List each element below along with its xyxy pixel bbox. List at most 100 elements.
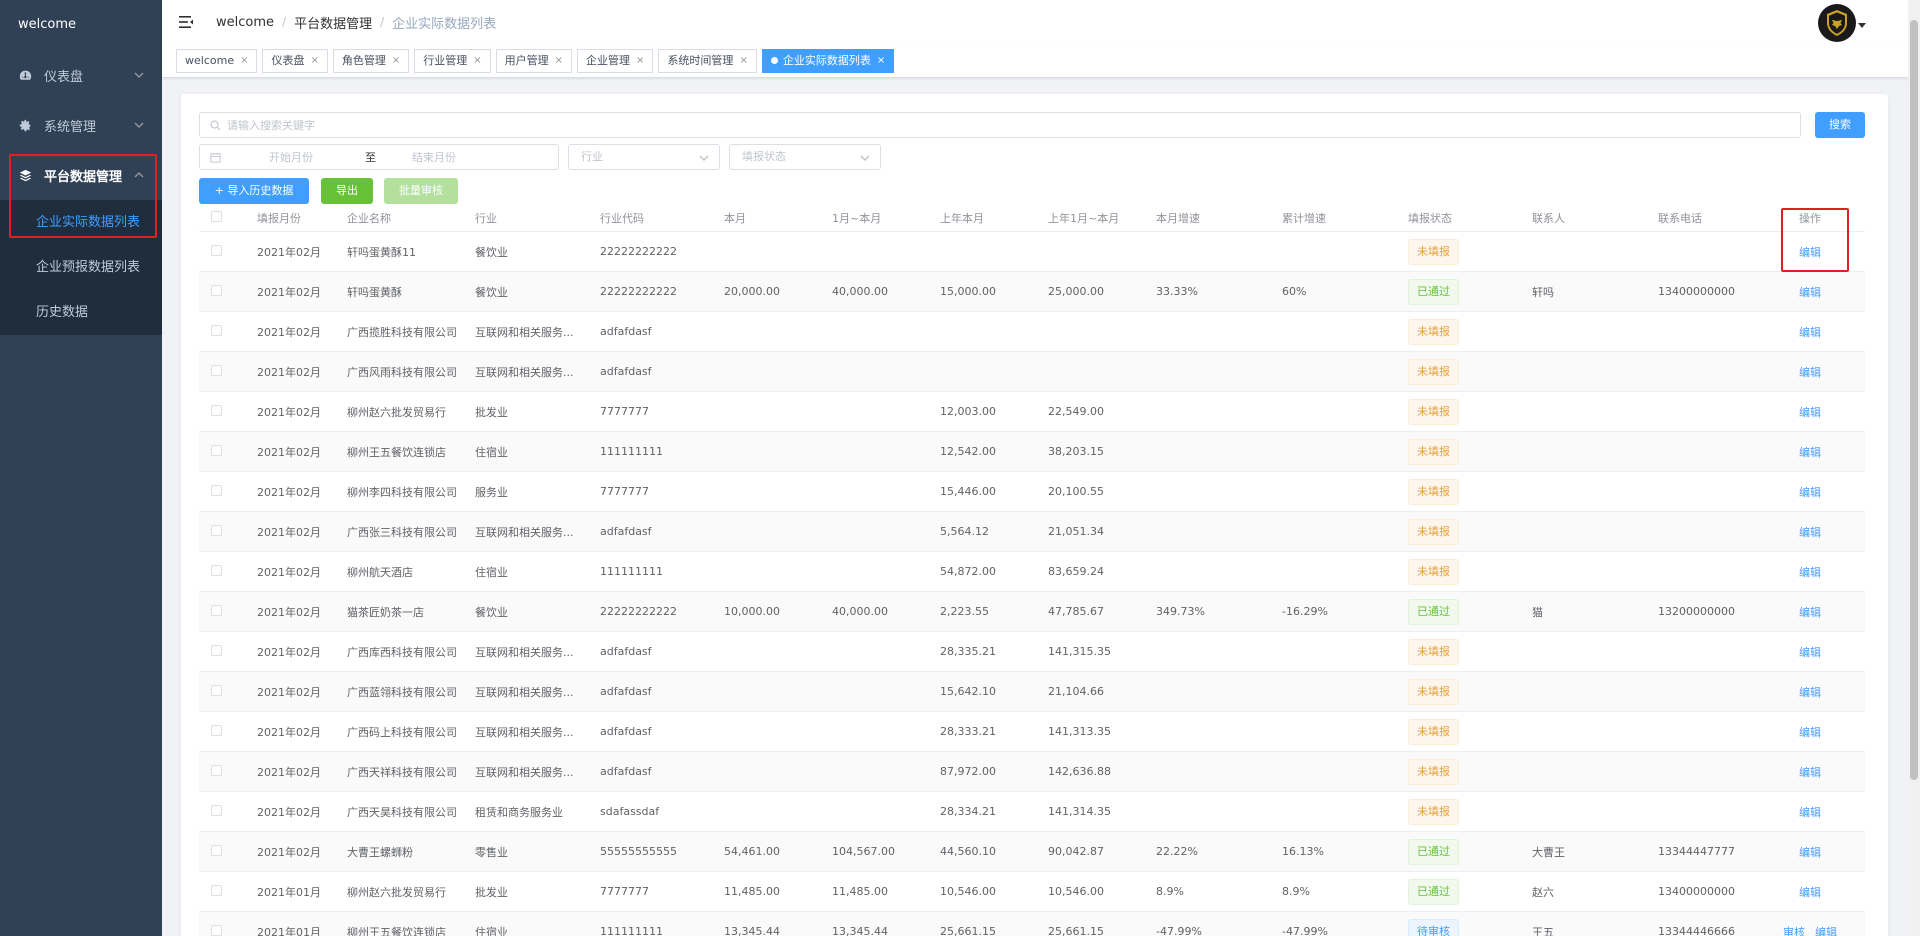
close-icon[interactable]: ×: [310, 50, 318, 72]
hamburger-icon[interactable]: [178, 14, 194, 30]
row-select-cell[interactable]: [199, 444, 257, 459]
row-select-cell[interactable]: [199, 724, 257, 739]
tag-welcome[interactable]: welcome ×: [176, 48, 258, 73]
checkbox[interactable]: [211, 484, 222, 496]
checkbox[interactable]: [211, 724, 222, 736]
close-icon[interactable]: ×: [392, 50, 400, 72]
checkbox[interactable]: [211, 764, 222, 776]
row-select-cell[interactable]: [199, 884, 257, 899]
batch-review-button[interactable]: 批量审核: [384, 178, 458, 204]
checkbox[interactable]: [211, 444, 222, 456]
edit-link[interactable]: 编辑: [1799, 846, 1821, 859]
end-month-input[interactable]: 结束月份: [412, 149, 456, 165]
checkbox[interactable]: [211, 524, 222, 536]
sidebar-brand[interactable]: welcome: [0, 0, 162, 50]
tag-actual-data-list[interactable]: 企业实际数据列表 ×: [761, 48, 895, 73]
edit-link[interactable]: 编辑: [1799, 486, 1821, 499]
checkbox[interactable]: [211, 924, 222, 936]
row-select-cell[interactable]: [199, 284, 257, 299]
row-select-cell[interactable]: [199, 604, 257, 619]
cell-ly-ytd: 10,546.00: [1048, 885, 1104, 898]
row-select-cell[interactable]: [199, 524, 257, 539]
sidebar-item-dashboard[interactable]: 仪表盘: [0, 50, 162, 100]
row-select-cell[interactable]: [199, 564, 257, 579]
vertical-scrollbar[interactable]: [1908, 0, 1920, 936]
edit-link[interactable]: 编辑: [1799, 406, 1821, 419]
row-select-cell[interactable]: [199, 804, 257, 819]
import-history-button[interactable]: + 导入历史数据: [199, 178, 309, 204]
row-select-cell[interactable]: [199, 404, 257, 419]
edit-link[interactable]: 编辑: [1799, 726, 1821, 739]
close-icon[interactable]: ×: [739, 50, 747, 72]
edit-link[interactable]: 编辑: [1799, 886, 1821, 899]
checkbox[interactable]: [211, 324, 222, 336]
checkbox[interactable]: [211, 604, 222, 616]
checkbox[interactable]: [211, 644, 222, 656]
checkbox[interactable]: [211, 364, 222, 376]
edit-link[interactable]: 编辑: [1799, 246, 1821, 259]
close-icon[interactable]: ×: [240, 50, 248, 72]
tag-industry-management[interactable]: 行业管理 ×: [414, 48, 491, 73]
row-select-cell[interactable]: [199, 764, 257, 779]
scrollbar-thumb[interactable]: [1910, 20, 1918, 780]
checkbox[interactable]: [211, 884, 222, 896]
checkbox[interactable]: [211, 284, 222, 296]
edit-link[interactable]: 编辑: [1799, 606, 1821, 619]
start-month-input[interactable]: 开始月份: [269, 149, 349, 165]
search-button[interactable]: 搜索: [1815, 112, 1865, 138]
row-select-cell[interactable]: [199, 484, 257, 499]
month-range-picker[interactable]: 开始月份 至 结束月份: [199, 144, 559, 170]
row-select-cell[interactable]: [199, 684, 257, 699]
edit-link[interactable]: 编辑: [1799, 806, 1821, 819]
row-select-cell[interactable]: [199, 644, 257, 659]
sidebar-item-platform-data[interactable]: 平台数据管理: [0, 150, 162, 200]
edit-link[interactable]: 编辑: [1799, 286, 1821, 299]
cell-month: 2021年02月: [257, 405, 321, 419]
review-link[interactable]: 审核: [1783, 926, 1805, 936]
row-select-cell[interactable]: [199, 244, 257, 259]
edit-link[interactable]: 编辑: [1799, 686, 1821, 699]
breadcrumb-item[interactable]: welcome: [216, 15, 274, 30]
header-select-all[interactable]: [199, 210, 257, 225]
status-select[interactable]: 填报状态: [729, 144, 881, 170]
search-input[interactable]: 请输入搜索关键字: [199, 112, 1801, 138]
sidebar-subitem-forecast-data[interactable]: 企业预报数据列表: [0, 245, 162, 290]
edit-link[interactable]: 编辑: [1815, 926, 1837, 936]
checkbox[interactable]: [211, 564, 222, 576]
avatar[interactable]: [1818, 4, 1856, 42]
cell-ly-cur: 2,223.55: [940, 605, 989, 618]
industry-select[interactable]: 行业: [568, 144, 720, 170]
checkbox[interactable]: [211, 804, 222, 816]
caret-down-icon[interactable]: [1858, 18, 1866, 28]
sidebar-subitem-history-data[interactable]: 历史数据: [0, 290, 162, 335]
tag-company-management[interactable]: 企业管理 ×: [577, 48, 654, 73]
close-icon[interactable]: ×: [636, 50, 644, 72]
row-select-cell[interactable]: [199, 844, 257, 859]
edit-link[interactable]: 编辑: [1799, 446, 1821, 459]
edit-link[interactable]: 编辑: [1799, 526, 1821, 539]
tag-system-time-management[interactable]: 系统时间管理 ×: [658, 48, 757, 73]
checkbox[interactable]: [211, 244, 222, 256]
tag-role-management[interactable]: 角色管理 ×: [332, 48, 410, 73]
close-icon[interactable]: ×: [473, 50, 481, 72]
checkbox[interactable]: [211, 210, 222, 222]
sidebar-subitem-actual-data[interactable]: 企业实际数据列表: [0, 200, 162, 245]
close-icon[interactable]: ×: [877, 50, 885, 72]
checkbox[interactable]: [211, 684, 222, 696]
close-icon[interactable]: ×: [555, 50, 563, 72]
edit-link[interactable]: 编辑: [1799, 326, 1821, 339]
row-select-cell[interactable]: [199, 364, 257, 379]
cell-ly-ytd: 21,051.34: [1048, 525, 1104, 538]
tag-dashboard[interactable]: 仪表盘 ×: [262, 48, 328, 73]
edit-link[interactable]: 编辑: [1799, 366, 1821, 379]
row-select-cell[interactable]: [199, 324, 257, 339]
sidebar-item-system[interactable]: 系统管理: [0, 100, 162, 150]
edit-link[interactable]: 编辑: [1799, 766, 1821, 779]
checkbox[interactable]: [211, 404, 222, 416]
row-select-cell[interactable]: [199, 924, 257, 936]
export-button[interactable]: 导出: [321, 178, 373, 204]
checkbox[interactable]: [211, 844, 222, 856]
edit-link[interactable]: 编辑: [1799, 566, 1821, 579]
edit-link[interactable]: 编辑: [1799, 646, 1821, 659]
tag-user-management[interactable]: 用户管理 ×: [495, 48, 573, 73]
